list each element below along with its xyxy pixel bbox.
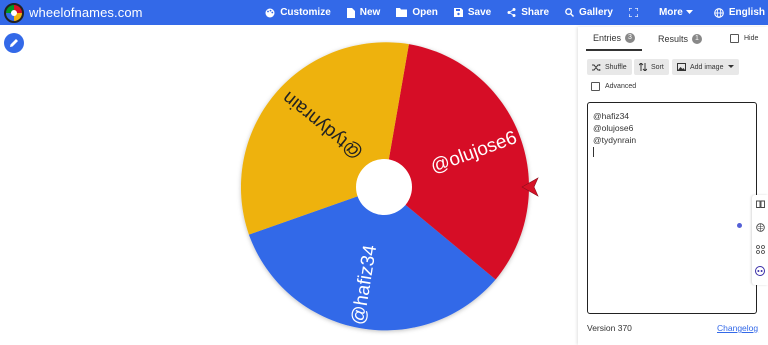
site-title[interactable]: wheelofnames.com xyxy=(29,5,143,20)
shuffle-icon xyxy=(592,63,601,71)
nav-menu: Customize New Open Save Share Gallery Mo… xyxy=(265,0,768,25)
sort-button[interactable]: Sort xyxy=(634,59,669,75)
hide-checkbox[interactable]: Hide xyxy=(730,34,758,43)
entry-line: @olujose6 xyxy=(593,123,634,133)
results-count-badge: 1 xyxy=(692,34,702,44)
floppy-icon xyxy=(453,8,463,17)
pencil-icon xyxy=(10,39,18,47)
sort-label: Sort xyxy=(651,63,664,71)
hide-label: Hide xyxy=(744,35,759,42)
add-image-button[interactable]: Add image xyxy=(672,59,740,75)
tab-entries[interactable]: Entries 3 xyxy=(586,27,642,51)
entry-line: @hafiz34 xyxy=(593,111,630,121)
image-icon xyxy=(677,63,686,71)
save-label: Save xyxy=(467,7,492,18)
add-image-label: Add image xyxy=(690,63,724,71)
palette-icon xyxy=(265,8,275,17)
logo-icon[interactable] xyxy=(4,2,24,23)
sort-icon xyxy=(639,63,647,71)
fullscreen-icon xyxy=(628,8,638,17)
edit-button[interactable] xyxy=(4,33,24,53)
share-icon xyxy=(507,8,516,17)
version-text: Version 370 xyxy=(587,323,632,333)
shuffle-button[interactable]: Shuffle xyxy=(587,59,632,75)
top-navigation-bar: wheelofnames.com Customize New Open Save… xyxy=(0,0,768,25)
open-button[interactable]: Open xyxy=(396,7,438,18)
brain-icon[interactable] xyxy=(755,222,765,232)
fullscreen-button[interactable] xyxy=(628,8,643,17)
chevron-down-icon xyxy=(685,10,693,14)
text-caret xyxy=(593,147,594,157)
tab-results[interactable]: Results 1 xyxy=(655,27,705,51)
advanced-checkbox[interactable]: Advanced xyxy=(591,82,636,91)
chevron-down-icon xyxy=(728,65,735,68)
hide-checkbox-box[interactable] xyxy=(730,34,739,43)
side-toolbar xyxy=(752,195,768,285)
new-button[interactable]: New xyxy=(346,7,381,18)
folder-icon xyxy=(396,8,408,17)
more-button[interactable]: More xyxy=(659,7,698,18)
grid-icon[interactable] xyxy=(755,244,765,254)
save-button[interactable]: Save xyxy=(453,7,492,18)
share-label: Share xyxy=(521,7,550,18)
new-label: New xyxy=(359,7,381,18)
language-label: English xyxy=(728,7,765,18)
book-icon[interactable] xyxy=(755,199,765,209)
changelog-link[interactable]: Changelog xyxy=(717,323,758,333)
language-button[interactable]: English xyxy=(714,7,765,18)
entries-textarea[interactable]: @hafiz34 @olujose6 @tydynrain xyxy=(587,102,757,314)
share-button[interactable]: Share xyxy=(507,7,549,18)
advanced-checkbox-box[interactable] xyxy=(591,82,600,91)
entries-panel: Entries 3 Results 1 Hide Shuffle Sort Ad… xyxy=(578,27,768,345)
assistant-icon[interactable] xyxy=(755,266,765,276)
globe-icon xyxy=(714,7,724,18)
shuffle-label: Shuffle xyxy=(605,63,627,71)
wheel[interactable]: @hafiz34 @olujose6 @tydynrain xyxy=(230,40,550,340)
panel-tabs: Entries 3 Results 1 Hide xyxy=(578,27,768,51)
tab-results-label: Results xyxy=(658,34,689,44)
gallery-label: Gallery xyxy=(579,7,613,18)
wheel-container: @hafiz34 @olujose6 @tydynrain xyxy=(230,40,550,340)
gallery-button[interactable]: Gallery xyxy=(565,7,613,18)
wheel-center-hub xyxy=(356,159,412,215)
advanced-label: Advanced xyxy=(605,83,637,90)
customize-button[interactable]: Customize xyxy=(265,7,331,18)
search-icon xyxy=(565,8,575,17)
entry-line: @tydynrain xyxy=(593,135,637,145)
customize-label: Customize xyxy=(280,7,331,18)
grammar-assistant-icon[interactable] xyxy=(737,223,742,228)
more-label: More xyxy=(658,7,683,18)
tab-entries-label: Entries xyxy=(593,33,622,43)
file-icon xyxy=(346,7,355,18)
open-label: Open xyxy=(412,7,438,18)
entries-count-badge: 3 xyxy=(625,33,635,43)
